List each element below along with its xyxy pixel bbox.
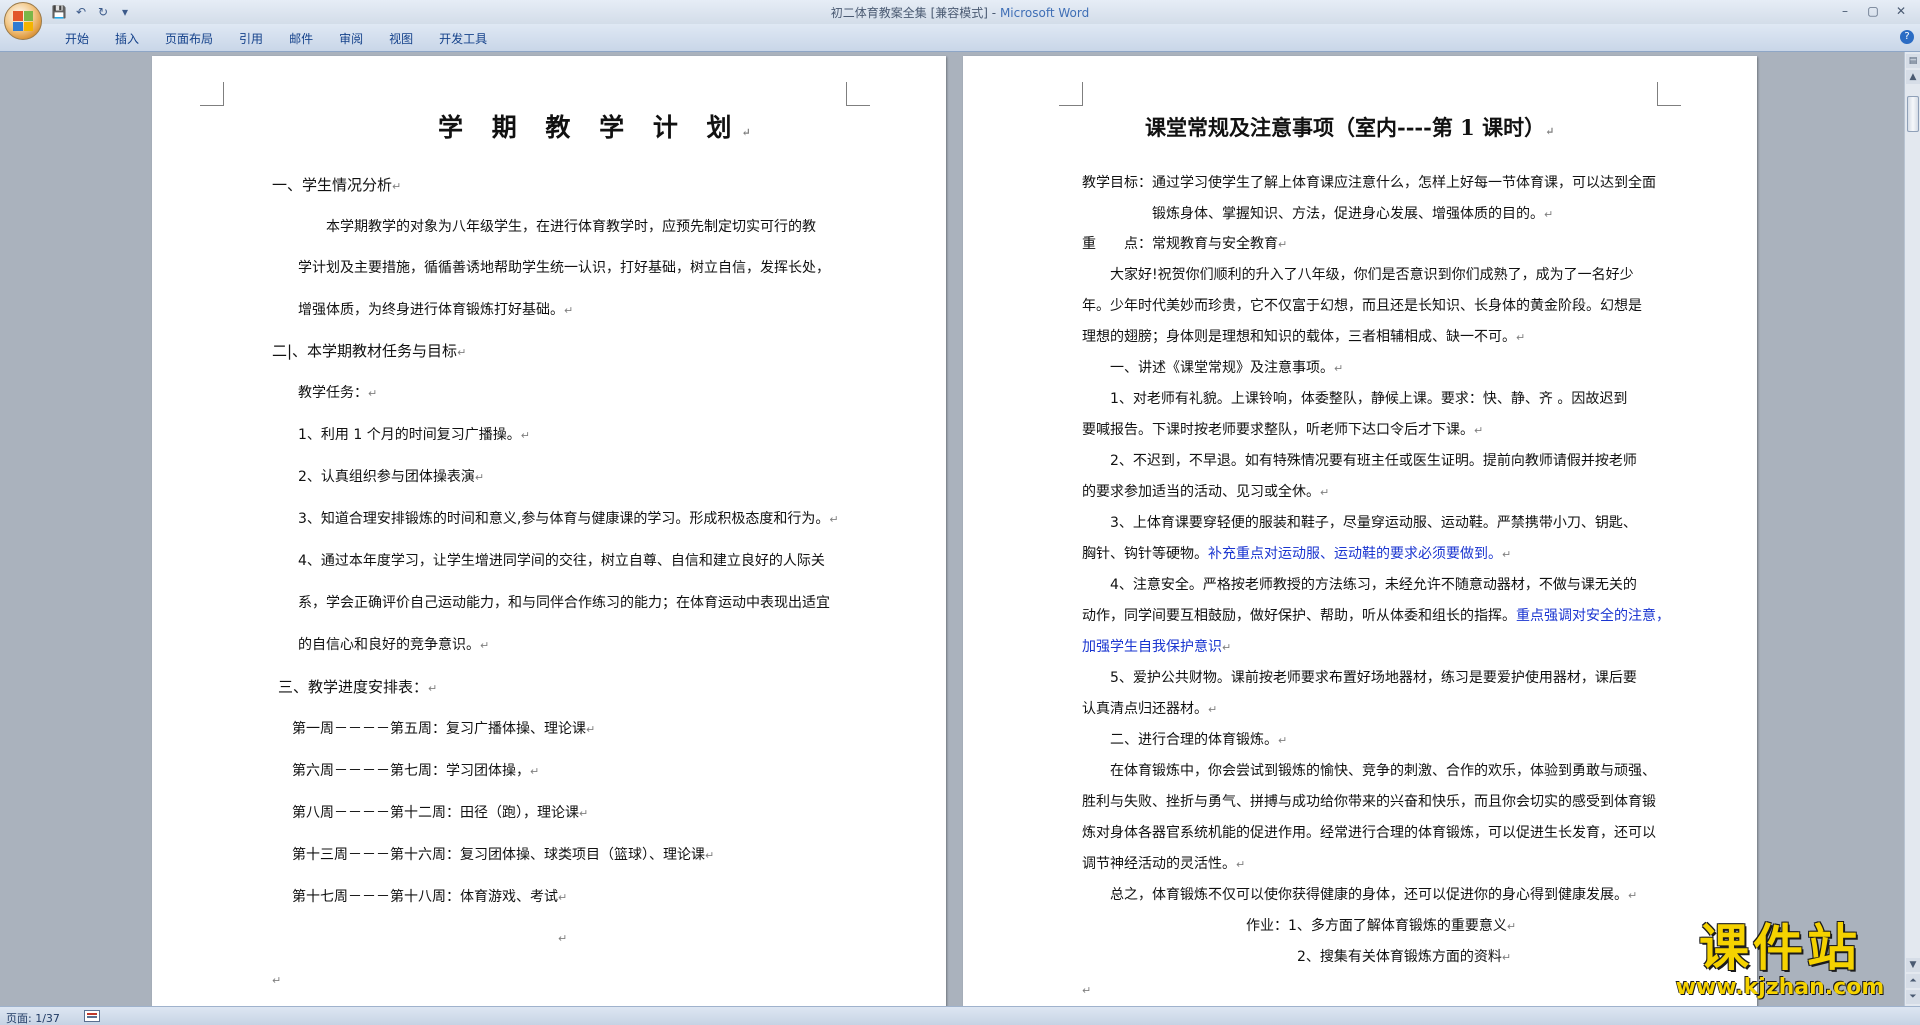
empty-paragraph: ↵ (558, 932, 568, 945)
list-item: 4、通过本年度学习，让学生增进同学间的交往，树立自尊、自信和建立良好的人际关 (298, 553, 825, 569)
document-workspace: 学 期 教 学 计 划↵ 一、学生情况分析↵ 本学期教学的对象为八年级学生，在进… (0, 52, 1904, 1006)
paragraph-line: 本学期教学的对象为八年级学生，在进行体育教学时，应预先制定切实可行的教 (326, 219, 816, 235)
tab-review[interactable]: 审阅 (326, 30, 376, 48)
homework-line: 作业：1、多方面了解体育锻炼的重要意义↵ (1246, 918, 1517, 934)
section-heading: 二、进行合理的体育锻炼。↵ (1110, 732, 1288, 748)
document-page-left[interactable]: 学 期 教 学 计 划↵ 一、学生情况分析↵ 本学期教学的对象为八年级学生，在进… (152, 56, 946, 1006)
list-item: 5、爱护公共财物。课前按老师要求布置好场地器材，练习是要爱护使用器材，课后要 (1110, 670, 1637, 686)
paragraph-line: 要喊报告。下课时按老师要求整队，听老师下达口令后才下课。↵ (1082, 422, 1484, 438)
window-title: 初二体育教案全集 [兼容模式] - Microsoft Word (0, 4, 1920, 21)
ribbon: 开始 插入 页面布局 引用 邮件 审阅 视图 开发工具 ? (0, 24, 1920, 52)
highlight-text: 加强学生自我保护意识↵ (1082, 639, 1232, 655)
ruler-toggle-icon[interactable]: ▤ (1906, 54, 1920, 68)
page-title: 学 期 教 学 计 划↵ (438, 113, 761, 142)
paragraph-line: 年。少年时代美妙而珍贵，它不仅富于幻想，而且还是长知识、长身体的黄金阶段。幻想是 (1082, 298, 1642, 314)
scroll-up-icon[interactable]: ▲ (1906, 70, 1920, 84)
next-page-icon[interactable]: ⏷ (1906, 990, 1920, 1004)
office-logo-icon (13, 11, 33, 31)
page-counter[interactable]: 页面: 1/37 (6, 1010, 60, 1025)
list-item: 3、上体育课要穿轻便的服装和鞋子，尽量穿运动服、运动鞋。严禁携带小刀、钥匙、 (1110, 515, 1637, 531)
crop-mark (846, 82, 870, 106)
tab-developer[interactable]: 开发工具 (426, 30, 500, 48)
document-page-right[interactable]: 课堂常规及注意事项（室内----第 1 课时）↵ 教学目标：通过学习使学生了解上… (963, 56, 1757, 1006)
empty-paragraph: ↵ (1082, 984, 1092, 997)
close-icon[interactable]: ✕ (1888, 2, 1914, 20)
paragraph-line: 理想的翅膀；身体则是理想和知识的载体，三者相辅相成、缺一不可。↵ (1082, 329, 1526, 345)
empty-paragraph: ↵ (272, 974, 282, 987)
paragraph-line: 总之，体育锻炼不仅可以使你获得健康的身体，还可以促进你的身心得到健康发展。↵ (1110, 887, 1638, 903)
tab-mailings[interactable]: 邮件 (276, 30, 326, 48)
homework-line: 2、搜集有关体育锻炼方面的资料↵ (1297, 949, 1512, 965)
paragraph-line: 的自信心和良好的竞争意识。↵ (298, 637, 490, 653)
scroll-thumb[interactable] (1907, 96, 1919, 132)
document-name: 初二体育教案全集 [兼容模式] (830, 6, 988, 20)
crop-mark (200, 82, 224, 106)
prev-page-icon[interactable]: ⏶ (1906, 974, 1920, 988)
paragraph-line: 学计划及主要措施，循循善诱地帮助学生统一认识，打好基础，树立自信，发挥长处， (298, 260, 830, 276)
watermark: 课件站 www.kjzhan.com (1660, 920, 1900, 1000)
vertical-scrollbar[interactable]: ▤ ▲ ▼ ⏶ ⏷ (1904, 52, 1920, 1006)
section-heading: 一、讲述《课堂常规》及注意事项。↵ (1110, 360, 1344, 376)
section-heading: 一、学生情况分析↵ (272, 176, 402, 194)
list-item: 1、利用 1 个月的时间复习广播操。↵ (298, 427, 530, 443)
paragraph-line: 炼对身体各器官系统机能的促进作用。经常进行合理的体育锻炼，可以促进生长发育，还可… (1082, 825, 1656, 841)
paragraph-line: 锻炼身体、掌握知识、方法，促进身心发展、增强体质的目的。↵ (1152, 206, 1554, 222)
schedule-row: 第十三周－－－第十六周：复习团体操、球类项目（篮球）、理论课↵ (292, 847, 715, 863)
paragraph-line: 胸针、钩针等硬物。补充重点对运动服、运动鞋的要求必须要做到。↵ (1082, 546, 1512, 562)
paragraph-line: 调节神经活动的灵活性。↵ (1082, 856, 1246, 872)
watermark-logo: 课件站 (1699, 919, 1861, 977)
schedule-row: 第八周－－－－第十二周：田径（跑），理论课↵ (292, 805, 589, 821)
paragraph-line: 增强体质，为终身进行体育锻炼打好基础。↵ (298, 302, 574, 318)
crop-mark (1657, 82, 1681, 106)
tab-references[interactable]: 引用 (226, 30, 276, 48)
scroll-down-icon[interactable]: ▼ (1906, 958, 1920, 972)
section-heading: 三、教学进度安排表：↵ (278, 678, 438, 696)
schedule-row: 第六周－－－－第七周：学习团体操，↵ (292, 763, 540, 779)
proofing-icon[interactable] (84, 1010, 100, 1022)
tab-page-layout[interactable]: 页面布局 (152, 30, 226, 48)
list-item: 2、不迟到，不早退。如有特殊情况要有班主任或医生证明。提前向教师请假并按老师 (1110, 453, 1637, 469)
paragraph-line: 系，学会正确评价自己运动能力，和与同伴合作练习的能力；在体育运动中表现出适宜 (298, 595, 830, 611)
page-title: 课堂常规及注意事项（室内----第 1 课时）↵ (1145, 115, 1555, 140)
list-item: 2、认真组织参与团体操表演↵ (298, 469, 485, 485)
maximize-icon[interactable]: ▢ (1860, 2, 1886, 20)
paragraph-line: 教学目标：通过学习使学生了解上体育课应注意什么，怎样上好每一节体育课，可以达到全… (1082, 175, 1656, 191)
paragraph-line: 重 点：常规教育与安全教育↵ (1082, 236, 1288, 252)
title-separator: - (987, 6, 1000, 20)
paragraph-line: 大家好!祝贺你们顺利的升入了八年级，你们是否意识到你们成熟了，成为了一名好少 (1110, 267, 1634, 283)
title-bar: 💾 ↶ ↻ ▾ 初二体育教案全集 [兼容模式] - Microsoft Word… (0, 0, 1920, 24)
list-item: 1、对老师有礼貌。上课铃响，体委整队，静候上课。要求：快、静、齐 。因故迟到 (1110, 391, 1628, 407)
minimize-icon[interactable]: – (1832, 2, 1858, 20)
ribbon-tabs: 开始 插入 页面布局 引用 邮件 审阅 视图 开发工具 (52, 30, 500, 48)
help-icon[interactable]: ? (1900, 30, 1914, 44)
tab-view[interactable]: 视图 (376, 30, 426, 48)
list-item: 3、知道合理安排锻炼的时间和意义,参与体育与健康课的学习。形成积极态度和行为。↵ (298, 511, 839, 527)
office-button[interactable] (4, 2, 42, 40)
highlight-text: 补充重点对运动服、运动鞋的要求必须要做到。 (1208, 546, 1502, 562)
paragraph-line: 认真清点归还器材。↵ (1082, 701, 1218, 717)
paragraph-line: 胜利与失败、挫折与勇气、拼搏与成功给你带来的兴奋和快乐，而且你会切实的感受到体育… (1082, 794, 1656, 810)
window-controls: – ▢ ✕ (1832, 2, 1914, 20)
tab-insert[interactable]: 插入 (102, 30, 152, 48)
crop-mark (1059, 82, 1083, 106)
list-item: 4、注意安全。严格按老师教授的方法练习，未经允许不随意动器材，不做与课无关的 (1110, 577, 1637, 593)
highlight-text: 重点强调对安全的注意， (1516, 608, 1670, 624)
status-bar: 页面: 1/37 (0, 1006, 1920, 1025)
schedule-row: 第一周－－－－第五周：复习广播体操、理论课↵ (292, 721, 596, 737)
schedule-row: 第十七周－－－第十八周：体育游戏、考试↵ (292, 889, 568, 905)
section-heading: 二|、本学期教材任务与目标↵ (272, 342, 467, 360)
paragraph-line: 动作，同学间要互相鼓励，做好保护、帮助，听从体委和组长的指挥。重点强调对安全的注… (1082, 608, 1670, 624)
tab-home[interactable]: 开始 (52, 30, 102, 48)
paragraph-line: 的要求参加适当的活动、见习或全休。↵ (1082, 484, 1330, 500)
app-name: Microsoft Word (999, 6, 1090, 20)
paragraph-line: 教学任务：↵ (298, 385, 378, 401)
watermark-url: www.kjzhan.com (1675, 975, 1885, 1000)
paragraph-line: 在体育锻炼中，你会尝试到锻炼的愉快、竞争的刺激、合作的欢乐，体验到勇敢与顽强、 (1110, 763, 1656, 779)
